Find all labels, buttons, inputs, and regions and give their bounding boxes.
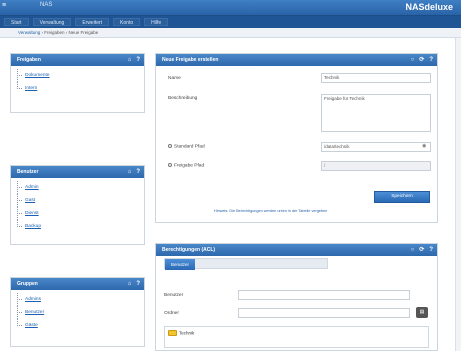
- standard-path-label: Standard Pfad: [174, 144, 205, 150]
- help-icon[interactable]: ?: [136, 278, 140, 290]
- nav-item-start[interactable]: Start: [4, 18, 29, 26]
- share-form-header: Neue Freigabe erstellen ○ ⟳ ?: [156, 54, 437, 66]
- users-panel-header: Benutzer ⌂ ?: [11, 166, 144, 178]
- tree-item[interactable]: Gast: [11, 194, 144, 207]
- refresh-icon[interactable]: ⟳: [419, 54, 424, 66]
- home-icon[interactable]: ⌂: [128, 166, 132, 178]
- name-label: Name: [168, 76, 181, 81]
- nav-item-konto[interactable]: Konto: [113, 18, 141, 26]
- folder-label: Ordner: [164, 311, 179, 316]
- tree-item[interactable]: Gäste: [11, 319, 144, 332]
- mini-logo: NAS: [40, 2, 53, 8]
- tree-item-label[interactable]: Dokumente: [25, 73, 50, 78]
- tree-item[interactable]: Dienst: [11, 207, 144, 220]
- folder-tree-item[interactable]: Technik: [179, 330, 194, 335]
- tab-users[interactable]: Benutzer: [165, 259, 195, 270]
- tree-item[interactable]: Admin: [11, 181, 144, 194]
- user-label: Benutzer: [164, 293, 184, 298]
- description-field[interactable]: Freigabe für Technik: [321, 94, 431, 132]
- custom-path-option[interactable]: Freigabe Pfad: [168, 163, 204, 168]
- tree-item-label[interactable]: Backup: [25, 224, 41, 229]
- user-field[interactable]: [238, 290, 410, 300]
- tree-item[interactable]: Dokumente: [11, 69, 144, 82]
- standard-path-select[interactable]: /data/technik: [321, 142, 431, 152]
- chevron-down-icon[interactable]: ◉: [422, 143, 426, 149]
- browse-button[interactable]: ▤: [416, 307, 428, 318]
- tree-item-label[interactable]: Intern: [25, 86, 37, 91]
- nav-item-verwaltung[interactable]: Verwaltung: [32, 18, 72, 26]
- nav-item-erweitert[interactable]: Erweitert: [75, 18, 110, 26]
- name-field[interactable]: Technik: [321, 73, 431, 83]
- collapse-icon[interactable]: ○: [411, 54, 415, 66]
- tree-item-label[interactable]: Gäste: [25, 323, 38, 328]
- refresh-icon[interactable]: ⟳: [419, 244, 424, 256]
- folder-tree: Technik: [164, 326, 429, 348]
- brand-logo: NASdeluxe: [405, 2, 453, 12]
- share-form-title: Neue Freigabe erstellen: [162, 57, 219, 63]
- groups-panel: Gruppen ⌂ ? Admins Benutzer Gäste: [10, 277, 145, 347]
- collapse-icon[interactable]: ○: [411, 244, 415, 256]
- folder-field[interactable]: [238, 308, 410, 318]
- standard-path-option[interactable]: Standard Pfad: [168, 144, 205, 149]
- help-icon[interactable]: ?: [429, 244, 433, 256]
- shares-panel-title: Freigaben: [17, 57, 41, 63]
- acl-header: Berechtigungen (ACL) ○ ⟳ ?: [156, 244, 437, 256]
- acl-tabstrip: Benutzer: [164, 258, 328, 270]
- help-icon[interactable]: ?: [136, 54, 140, 66]
- tree-item-label[interactable]: Admins: [25, 297, 41, 302]
- groups-panel-header: Gruppen ⌂ ?: [11, 278, 144, 290]
- menu-icon[interactable]: ≡: [2, 2, 14, 12]
- users-panel-title: Benutzer: [17, 169, 39, 175]
- help-icon[interactable]: ?: [136, 166, 140, 178]
- breadcrumb-rest: › Freigaben › Neue Freigabe: [40, 30, 99, 35]
- page-scrollbar[interactable]: [455, 38, 461, 351]
- top-bar: ≡ NAS NASdeluxe: [0, 0, 461, 16]
- main-nav: Start Verwaltung Erweitert Konto Hilfe: [0, 16, 461, 28]
- description-label: Beschreibung: [168, 96, 198, 101]
- home-icon[interactable]: ⌂: [128, 278, 132, 290]
- folder-icon: [168, 330, 177, 336]
- tree-item-label[interactable]: Benutzer: [25, 310, 44, 315]
- radio-icon[interactable]: [168, 144, 172, 148]
- home-icon[interactable]: ⌂: [128, 54, 132, 66]
- tree-item-label[interactable]: Gast: [25, 198, 35, 203]
- groups-panel-title: Gruppen: [17, 281, 38, 287]
- custom-path-label: Freigabe Pfad: [174, 163, 205, 169]
- breadcrumb-link[interactable]: Verwaltung: [18, 30, 40, 35]
- shares-panel: Freigaben ⌂ ? Dokumente Intern: [10, 53, 145, 113]
- tree-item-label[interactable]: Admin: [25, 185, 39, 190]
- tree-item[interactable]: Backup: [11, 220, 144, 233]
- nav-item-hilfe[interactable]: Hilfe: [144, 18, 169, 26]
- save-button[interactable]: Speichern: [374, 191, 430, 203]
- custom-path-field[interactable]: /: [321, 161, 431, 171]
- shares-panel-header: Freigaben ⌂ ?: [11, 54, 144, 66]
- permissions-hint: Hinweis: Die Berechtigungen werden unten…: [214, 209, 328, 213]
- radio-icon[interactable]: [168, 163, 172, 167]
- tree-item[interactable]: Intern: [11, 82, 144, 95]
- tree-item[interactable]: Admins: [11, 293, 144, 306]
- tree-item-label[interactable]: Dienst: [25, 211, 39, 216]
- help-icon[interactable]: ?: [429, 54, 433, 66]
- tree-item[interactable]: Benutzer: [11, 306, 144, 319]
- breadcrumb: Verwaltung › Freigaben › Neue Freigabe: [0, 28, 461, 38]
- share-form-panel: Neue Freigabe erstellen ○ ⟳ ? Name Techn…: [155, 53, 438, 223]
- acl-panel: Berechtigungen (ACL) ○ ⟳ ? Benutzer Benu…: [155, 243, 438, 351]
- users-panel: Benutzer ⌂ ? Admin Gast Dienst Backup: [10, 165, 145, 245]
- acl-title: Berechtigungen (ACL): [162, 247, 216, 253]
